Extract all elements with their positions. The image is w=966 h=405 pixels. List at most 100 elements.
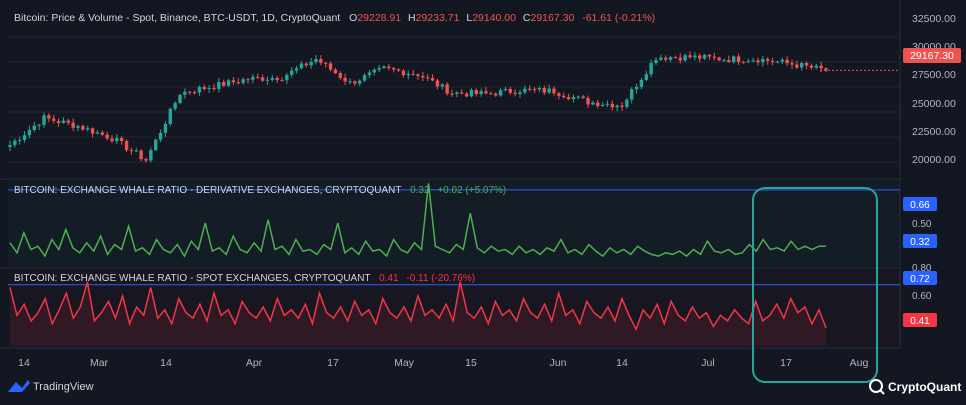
candle-body <box>654 59 658 63</box>
candle-body <box>445 84 449 94</box>
candle-body <box>562 95 566 98</box>
spot-header-change: -0.11 (-20.76%) <box>406 273 475 284</box>
candle-body <box>236 82 240 84</box>
candle-body <box>712 56 716 58</box>
candle-body <box>596 102 600 106</box>
candle-body <box>518 92 522 94</box>
candle-body <box>56 120 61 123</box>
candle-body <box>86 128 90 130</box>
x-tick-label: 14 <box>616 357 628 369</box>
candle-body <box>479 91 483 95</box>
ohlc-open: 29228.91 <box>357 12 401 24</box>
candle-body <box>576 96 580 98</box>
derivative-header-change: +0.02 (+5.07%) <box>437 185 506 196</box>
candle-body <box>275 77 279 81</box>
candle-body <box>328 63 333 70</box>
candle-body <box>158 132 163 140</box>
candle-body <box>120 138 124 141</box>
candle-body <box>785 59 789 64</box>
candle-body <box>134 150 138 152</box>
candle-body <box>66 120 70 123</box>
candle-body <box>814 65 818 68</box>
candle-body <box>528 88 532 90</box>
candle-body <box>790 63 794 65</box>
candle-body <box>168 108 172 125</box>
derivative-level-label: 0.66 <box>910 200 930 211</box>
candle-body <box>207 88 211 90</box>
candle-body <box>173 102 177 109</box>
candle-body <box>435 80 440 87</box>
price-tick-label: 32500.00 <box>912 13 956 25</box>
candle-body <box>304 63 308 66</box>
candle-body <box>416 74 420 76</box>
candle-body <box>440 84 444 87</box>
candle-body <box>426 77 430 79</box>
candle-body <box>260 77 265 81</box>
candle-body <box>396 69 401 71</box>
candle-body <box>702 54 707 59</box>
x-tick-label: 14 <box>18 357 30 369</box>
last-price-label: 29167.30 <box>910 50 954 62</box>
candle-body <box>775 61 780 63</box>
candle-body <box>294 68 299 71</box>
candle-body <box>498 90 503 96</box>
price-candle <box>178 93 182 105</box>
candle-body <box>430 78 435 81</box>
candle-body <box>212 88 216 90</box>
candle-body <box>688 55 692 58</box>
candle-body <box>314 59 318 63</box>
candle-body <box>421 75 425 78</box>
candle-body <box>52 118 56 121</box>
x-tick-label: May <box>394 357 415 369</box>
candle-body <box>144 159 148 161</box>
candle-body <box>644 74 648 80</box>
candle-body <box>406 73 410 76</box>
candle-body <box>222 82 226 86</box>
x-tick-label: 17 <box>780 357 792 369</box>
candle-body <box>265 79 270 81</box>
tradingview-label: TradingView <box>33 381 94 393</box>
candle-body <box>460 92 464 94</box>
candle-body <box>566 97 571 100</box>
candle-body <box>358 80 362 84</box>
candle-body <box>484 91 488 94</box>
candle-body <box>115 138 119 142</box>
candle-body <box>95 132 100 134</box>
candle-body <box>280 80 284 82</box>
candle-body <box>542 87 546 93</box>
candle-body <box>600 104 605 106</box>
candle-body <box>319 59 323 63</box>
candle-body <box>411 73 415 75</box>
candle-body <box>8 145 12 148</box>
derivative-last-label: 0.32 <box>910 237 930 248</box>
derivative-header-title: BITCOIN: EXCHANGE WHALE RATIO - DERIVATI… <box>14 185 401 196</box>
x-tick-label: Mar <box>90 357 109 369</box>
ohlc-low: 29140.00 <box>472 12 516 24</box>
candle-body <box>183 91 187 95</box>
candle-body <box>571 97 576 100</box>
candle-body <box>756 60 760 63</box>
candle-body <box>610 103 614 108</box>
candle-body <box>231 80 236 83</box>
candle-body <box>804 63 809 66</box>
candle-body <box>42 115 46 125</box>
candle-body <box>736 56 741 62</box>
candle-body <box>290 70 294 76</box>
spot-pane-header: BITCOIN: EXCHANGE WHALE RATIO - SPOT EXC… <box>14 273 475 284</box>
candle-body <box>717 57 721 61</box>
candle-body <box>552 88 556 94</box>
candle-body <box>348 81 352 83</box>
candle-body <box>197 87 202 93</box>
candle-body <box>683 55 687 61</box>
x-tick-label: Jun <box>550 357 567 369</box>
candle-body <box>90 128 95 134</box>
candle-body <box>192 92 197 94</box>
candle-body <box>678 57 682 61</box>
candle-body <box>139 150 143 160</box>
candle-body <box>367 72 372 76</box>
candle-body <box>615 105 619 108</box>
ohlc-change: -61.61 (-0.21%) <box>582 12 655 24</box>
chart-svg: Bitcoin: Price & Volume - Spot, Binance,… <box>0 0 966 400</box>
price-candle <box>168 107 172 127</box>
candle-body <box>188 91 192 93</box>
